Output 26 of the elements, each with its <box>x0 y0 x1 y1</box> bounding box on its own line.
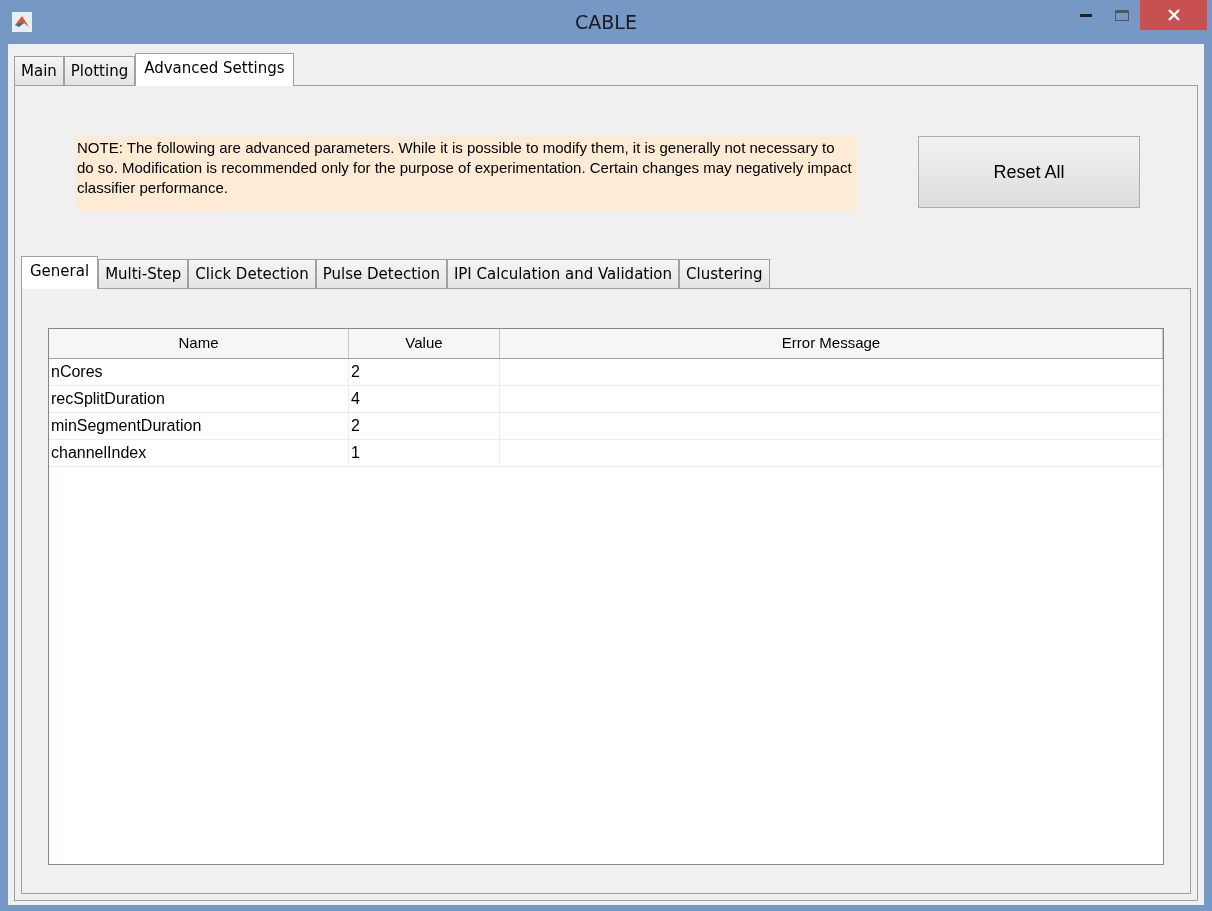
tab[interactable]: Clustering <box>679 259 770 288</box>
tab[interactable]: Pulse Detection <box>315 259 447 288</box>
tab[interactable]: IPI Calculation and Validation <box>446 259 680 288</box>
table-cell[interactable]: 2 <box>349 359 500 385</box>
table-cell[interactable]: 4 <box>349 386 500 412</box>
tab[interactable]: Multi-Step <box>98 259 189 288</box>
tab[interactable]: Plotting <box>63 56 136 85</box>
tab[interactable]: General <box>21 256 99 289</box>
window-title: CABLE <box>575 9 637 35</box>
table-cell[interactable]: channelIndex <box>49 440 349 466</box>
note-text: NOTE: The following are advanced parameters. While it is possible to modify them, it is generally not necessary to do so. Modification is recommended only for the purpose of experimentation. Certain changes may negatively impact classifier performance. <box>75 136 857 211</box>
table-cell[interactable]: 1 <box>349 440 500 466</box>
column-header[interactable]: Error Message <box>500 329 1163 358</box>
table-cell[interactable]: recSplitDuration <box>49 386 349 412</box>
tab[interactable]: Click Detection <box>188 259 316 288</box>
table-cell[interactable]: minSegmentDuration <box>49 413 349 439</box>
table-cell[interactable]: 2 <box>349 413 500 439</box>
reset-all-button[interactable]: Reset All <box>918 136 1140 208</box>
close-icon <box>1167 9 1180 21</box>
app-logo-icon <box>12 12 32 32</box>
column-header[interactable]: Value <box>349 329 500 358</box>
tab[interactable]: Advanced Settings <box>135 53 294 86</box>
close-button[interactable] <box>1140 0 1207 30</box>
column-header[interactable]: Name <box>49 329 349 358</box>
table-cell[interactable]: nCores <box>49 359 349 385</box>
tab[interactable]: Main <box>14 56 64 85</box>
